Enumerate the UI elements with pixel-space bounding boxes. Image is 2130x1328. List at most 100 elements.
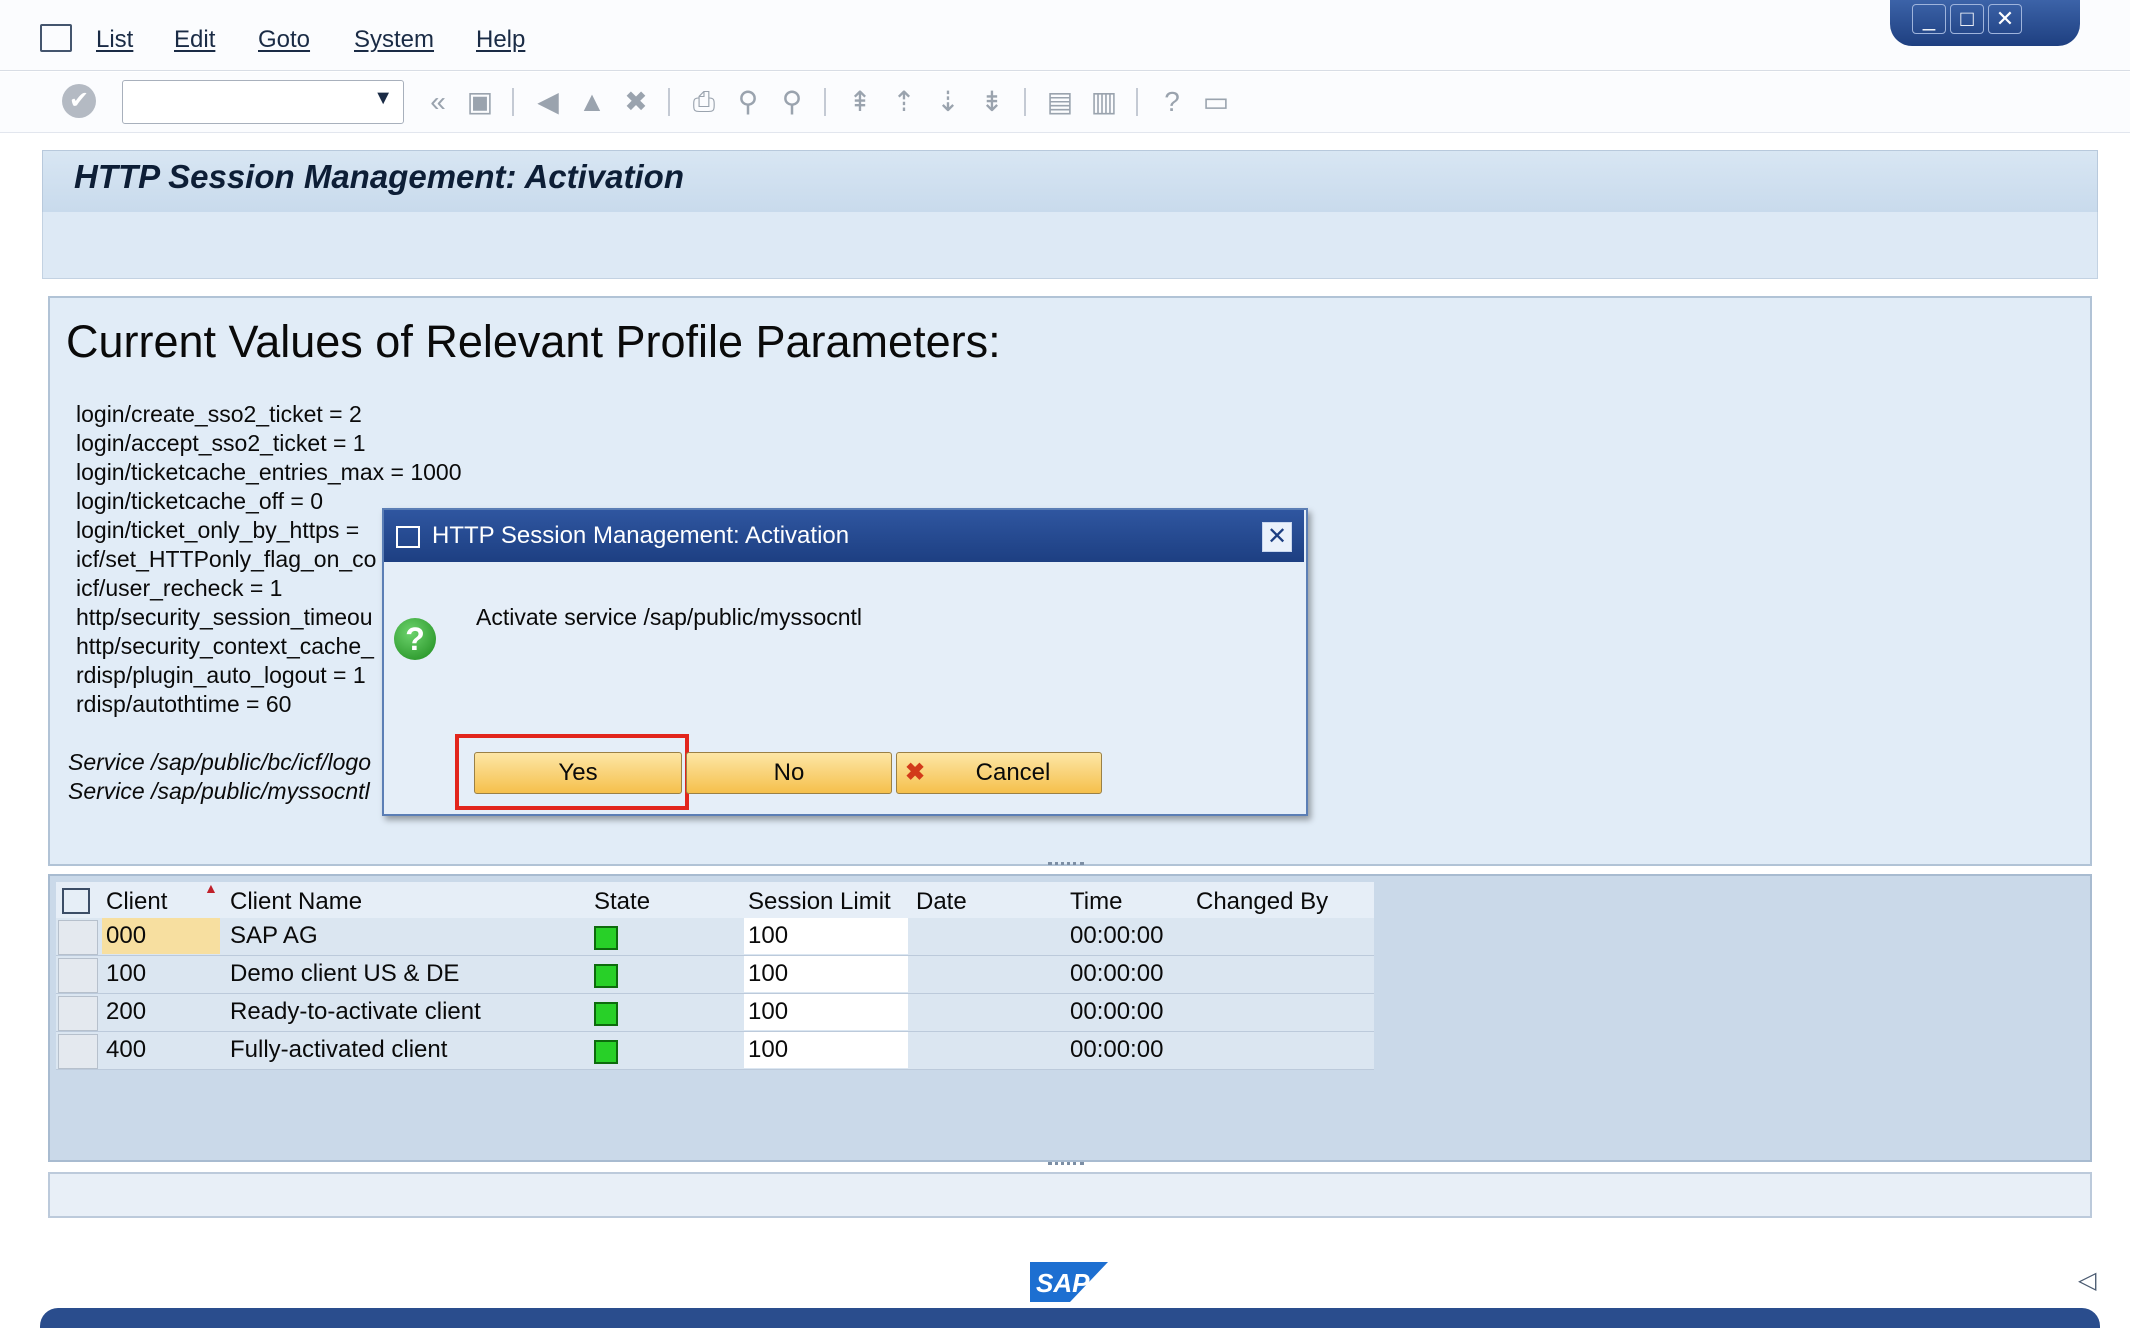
col-header-time[interactable]: Time bbox=[1070, 888, 1122, 916]
create-session-icon[interactable]: ▤ bbox=[1042, 84, 1078, 120]
cell-session-limit[interactable]: 100 bbox=[748, 998, 788, 1026]
param-line: rdisp/autothtime = 60 bbox=[76, 691, 292, 717]
table-row[interactable]: 000 SAP AG 100 00:00:00 bbox=[56, 918, 1374, 956]
menu-edit[interactable]: Edit bbox=[174, 26, 215, 54]
cancel-icon[interactable]: ✖ bbox=[618, 84, 654, 120]
table-row[interactable]: 400 Fully-activated client 100 00:00:00 bbox=[56, 1032, 1374, 1070]
enter-check-icon[interactable]: ✔ bbox=[62, 84, 96, 118]
menu-goto[interactable]: Goto bbox=[258, 26, 310, 54]
cell-time: 00:00:00 bbox=[1070, 960, 1164, 987]
maximize-icon[interactable]: □ bbox=[1950, 4, 1984, 34]
dialog-menu-icon[interactable] bbox=[396, 526, 420, 548]
help-icon[interactable]: ? bbox=[1154, 84, 1190, 120]
row-selector[interactable] bbox=[58, 920, 98, 955]
cancel-button-label: Cancel bbox=[975, 759, 1051, 786]
menu-toggle-icon[interactable] bbox=[40, 24, 72, 52]
state-indicator bbox=[594, 964, 618, 988]
col-header-date[interactable]: Date bbox=[916, 888, 967, 916]
double-chevron-left-icon[interactable]: « bbox=[420, 84, 456, 120]
back-icon[interactable]: ◀ bbox=[530, 84, 566, 120]
window-controls: _ □ ✕ bbox=[1890, 0, 2080, 46]
cell-client[interactable]: 100 bbox=[106, 960, 146, 988]
menu-bar: List Edit Goto System Help bbox=[0, 0, 2130, 71]
grid-settings-icon[interactable] bbox=[62, 888, 90, 914]
collapse-arrow-icon[interactable]: ◁ bbox=[2078, 1266, 2096, 1295]
row-selector[interactable] bbox=[58, 996, 98, 1031]
cell-time: 00:00:00 bbox=[1070, 922, 1164, 949]
sort-ascending-icon: ▲ bbox=[204, 880, 218, 896]
sap-logo: SAP bbox=[1030, 1262, 1108, 1302]
cell-session-limit[interactable]: 100 bbox=[748, 922, 788, 950]
param-line: login/ticket_only_by_https = bbox=[76, 517, 360, 543]
col-header-state[interactable]: State bbox=[594, 888, 650, 916]
param-line: rdisp/plugin_auto_logout = 1 bbox=[76, 662, 366, 688]
bottom-frame bbox=[40, 1308, 2100, 1328]
param-line: login/ticketcache_entries_max = 1000 bbox=[76, 459, 462, 485]
last-page-icon[interactable]: ⇟ bbox=[974, 84, 1010, 120]
status-bar bbox=[48, 1172, 2092, 1218]
toolbar-divider bbox=[824, 88, 826, 116]
state-indicator bbox=[594, 926, 618, 950]
menu-system[interactable]: System bbox=[354, 26, 434, 54]
table-row[interactable]: 200 Ready-to-activate client 100 00:00:0… bbox=[56, 994, 1374, 1032]
command-field[interactable]: ▼ bbox=[122, 80, 404, 124]
cell-client-name: Ready-to-activate client bbox=[230, 998, 481, 1025]
close-icon[interactable]: ✕ bbox=[1262, 522, 1292, 552]
row-selector[interactable] bbox=[58, 1034, 98, 1069]
print-icon[interactable]: ⎙ bbox=[686, 84, 722, 120]
application-toolbar bbox=[42, 212, 2098, 279]
find-icon[interactable]: ⚲ bbox=[730, 84, 766, 120]
state-indicator bbox=[594, 1040, 618, 1064]
toolbar-divider bbox=[1024, 88, 1026, 116]
splitter-handle[interactable] bbox=[1048, 862, 1084, 871]
chevron-down-icon[interactable]: ▼ bbox=[373, 87, 393, 110]
layout-icon[interactable]: ▭ bbox=[1198, 84, 1234, 120]
cancel-x-icon: ✖ bbox=[905, 759, 926, 786]
dialog-message: Activate service /sap/public/myssocntl bbox=[476, 604, 863, 630]
param-line: http/security_session_timeou bbox=[76, 604, 373, 630]
cancel-button[interactable]: ✖ Cancel bbox=[896, 752, 1102, 794]
menu-help[interactable]: Help bbox=[476, 26, 525, 54]
dialog-title: HTTP Session Management: Activation bbox=[432, 522, 850, 549]
splitter-handle[interactable] bbox=[1048, 1162, 1084, 1171]
param-line: http/security_context_cache_ bbox=[76, 633, 374, 659]
previous-page-icon[interactable]: ⇡ bbox=[886, 84, 922, 120]
find-next-icon[interactable]: ⚲ bbox=[774, 84, 810, 120]
question-icon: ? bbox=[394, 618, 436, 660]
exit-icon[interactable]: ▲ bbox=[574, 84, 610, 120]
minimize-icon[interactable]: _ bbox=[1912, 4, 1946, 34]
yes-button[interactable]: Yes bbox=[474, 752, 682, 794]
cell-client-name: Demo client US & DE bbox=[230, 960, 460, 987]
cell-session-limit[interactable]: 100 bbox=[748, 1036, 788, 1064]
toolbar-divider bbox=[668, 88, 670, 116]
cell-time: 00:00:00 bbox=[1070, 998, 1164, 1025]
table-row[interactable]: 100 Demo client US & DE 100 00:00:00 bbox=[56, 956, 1374, 994]
next-page-icon[interactable]: ⇣ bbox=[930, 84, 966, 120]
first-page-icon[interactable]: ⇞ bbox=[842, 84, 878, 120]
menu-list[interactable]: List bbox=[96, 26, 133, 54]
service-line: Service /sap/public/bc/icf/logo bbox=[68, 749, 371, 775]
param-line: icf/user_recheck = 1 bbox=[76, 575, 283, 601]
param-line: login/ticketcache_off = 0 bbox=[76, 488, 323, 514]
svg-text:SAP: SAP bbox=[1036, 1268, 1090, 1298]
param-line: login/create_sso2_ticket = 2 bbox=[76, 401, 362, 427]
cell-client[interactable]: 000 bbox=[106, 922, 146, 950]
cell-client[interactable]: 400 bbox=[106, 1036, 146, 1064]
cell-client-name: SAP AG bbox=[230, 922, 318, 949]
save-icon[interactable]: ▣ bbox=[462, 84, 498, 120]
cell-client[interactable]: 200 bbox=[106, 998, 146, 1026]
cell-session-limit[interactable]: 100 bbox=[748, 960, 788, 988]
col-header-changed-by[interactable]: Changed By bbox=[1196, 888, 1328, 916]
service-line: Service /sap/public/myssocntl bbox=[68, 778, 370, 804]
no-button[interactable]: No bbox=[686, 752, 892, 794]
close-window-icon[interactable]: ✕ bbox=[1988, 4, 2022, 34]
col-header-client[interactable]: Client bbox=[106, 888, 167, 916]
row-selector[interactable] bbox=[58, 958, 98, 993]
col-header-client-name[interactable]: Client Name bbox=[230, 888, 362, 916]
param-line: login/accept_sso2_ticket = 1 bbox=[76, 430, 366, 456]
page-title: HTTP Session Management: Activation bbox=[74, 158, 684, 195]
toolbar-divider bbox=[512, 88, 514, 116]
shortcut-icon[interactable]: ▥ bbox=[1086, 84, 1122, 120]
col-header-session-limit[interactable]: Session Limit bbox=[748, 888, 891, 916]
cell-client-name: Fully-activated client bbox=[230, 1036, 448, 1063]
